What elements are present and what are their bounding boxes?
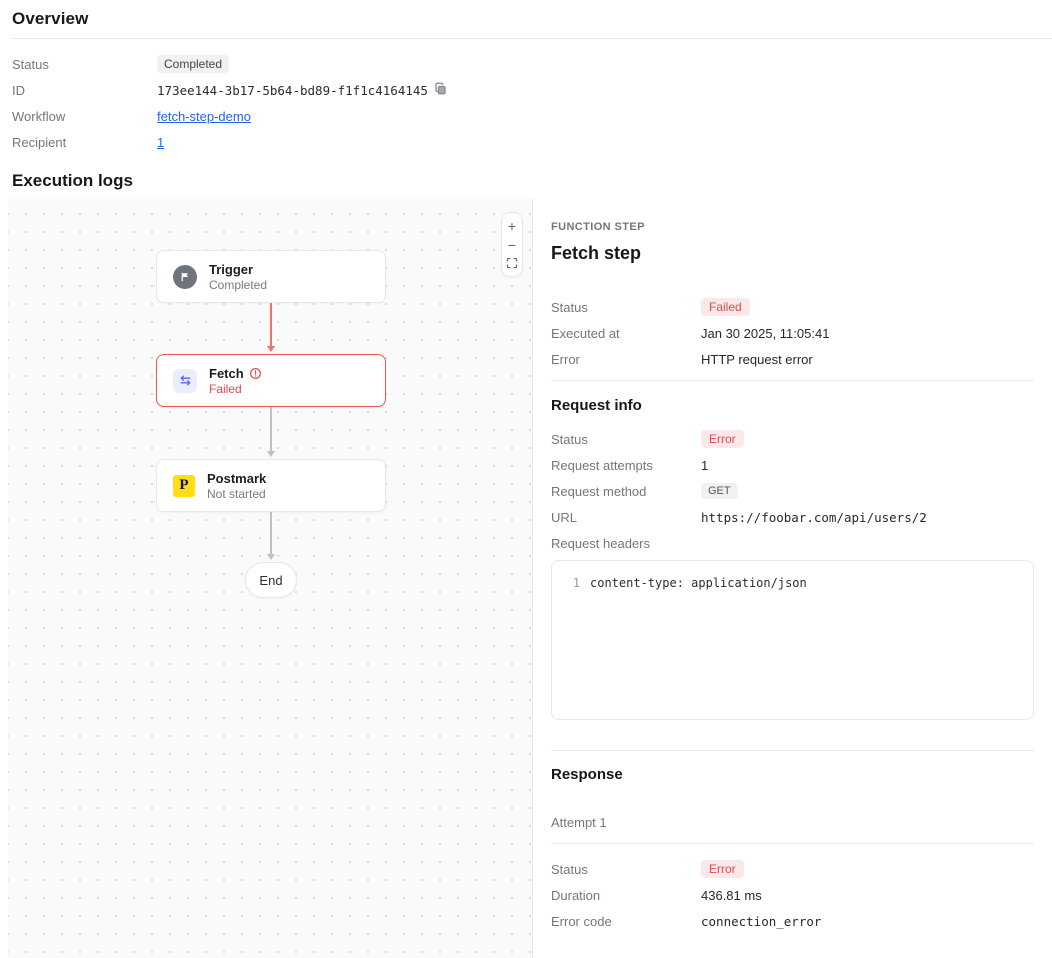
- overview-section: Overview Status Completed ID 173ee144-3b…: [0, 0, 1052, 155]
- node-end: End: [245, 562, 297, 598]
- zoom-in-button[interactable]: +: [502, 216, 522, 235]
- node-trigger-status: Completed: [209, 278, 267, 292]
- fit-view-icon: [506, 257, 518, 271]
- workflow-label: Workflow: [12, 109, 157, 124]
- divider: [551, 750, 1034, 751]
- divider: [551, 380, 1034, 381]
- executed-at-value: Jan 30 2025, 11:05:41: [701, 326, 829, 341]
- request-status-badge: Error: [701, 430, 744, 448]
- fit-view-button[interactable]: [502, 254, 522, 273]
- executed-at-label: Executed at: [551, 326, 701, 341]
- response-duration-value: 436.81 ms: [701, 888, 762, 903]
- node-fetch[interactable]: Fetch Failed: [156, 354, 386, 407]
- response-duration-row: Duration 436.81 ms: [551, 882, 1034, 908]
- step-error-label: Error: [551, 352, 701, 367]
- request-attempts-label: Request attempts: [551, 458, 701, 473]
- id-label: ID: [12, 83, 157, 98]
- response-error-code-label: Error code: [551, 914, 701, 929]
- request-attempts-row: Request attempts 1: [551, 452, 1034, 478]
- step-status-badge: Failed: [701, 298, 750, 316]
- recipient-link[interactable]: 1: [157, 135, 164, 150]
- canvas-zoom-controls: + −: [501, 212, 523, 277]
- response-duration-label: Duration: [551, 888, 701, 903]
- node-fetch-status: Failed: [209, 382, 262, 396]
- workflow-link[interactable]: fetch-step-demo: [157, 109, 251, 124]
- request-headers-label: Request headers: [551, 536, 701, 551]
- step-error-row: Error HTTP request error: [551, 346, 1034, 372]
- step-summary-rows: Status Failed Executed at Jan 30 2025, 1…: [551, 294, 1034, 372]
- step-title: Fetch step: [551, 243, 1034, 264]
- status-badge: Completed: [157, 55, 229, 73]
- request-method-label: Request method: [551, 484, 701, 499]
- copy-icon: [434, 82, 447, 98]
- request-headers-row: Request headers: [551, 530, 1034, 556]
- request-status-row: Status Error: [551, 426, 1034, 452]
- overview-row-id: ID 173ee144-3b17-5b64-bd89-f1f1c4164145: [12, 77, 1040, 103]
- response-status-badge: Error: [701, 860, 744, 878]
- step-status-row: Status Failed: [551, 294, 1034, 320]
- code-line-number: 1: [552, 575, 590, 592]
- response-status-label: Status: [551, 862, 701, 877]
- request-info-title: Request info: [551, 397, 1034, 414]
- error-warning-icon: [249, 367, 262, 380]
- step-type-label: FUNCTION STEP: [551, 221, 1034, 233]
- recipient-label: Recipient: [12, 135, 157, 150]
- zoom-out-button[interactable]: −: [502, 235, 522, 254]
- request-method-badge: GET: [701, 483, 738, 499]
- flag-icon: [173, 265, 197, 289]
- status-label: Status: [12, 57, 157, 72]
- request-url-label: URL: [551, 510, 701, 525]
- copy-id-button[interactable]: [434, 82, 447, 98]
- request-status-label: Status: [551, 432, 701, 447]
- edge-fetch-postmark: [270, 407, 272, 452]
- request-headers-code-block: 1 content-type: application/json: [551, 560, 1034, 720]
- node-postmark[interactable]: P Postmark Not started: [156, 459, 386, 512]
- response-error-code-row: Error code connection_error: [551, 908, 1034, 934]
- overview-row-recipient: Recipient 1: [12, 129, 1040, 155]
- node-fetch-title: Fetch: [209, 366, 244, 381]
- response-error-code-value: connection_error: [701, 914, 821, 929]
- edge-trigger-fetch: [270, 303, 272, 347]
- overview-title: Overview: [0, 0, 1052, 38]
- node-postmark-title: Postmark: [207, 471, 266, 486]
- step-detail-panel: FUNCTION STEP Fetch step Status Failed E…: [533, 199, 1052, 958]
- step-status-label: Status: [551, 300, 701, 315]
- overview-rows: Status Completed ID 173ee144-3b17-5b64-b…: [0, 39, 1052, 155]
- request-url-value: https://foobar.com/api/users/2: [701, 510, 927, 525]
- response-status-row: Status Error: [551, 856, 1034, 882]
- response-rows: Status Error Duration 436.81 ms Error co…: [551, 856, 1034, 934]
- code-line: 1 content-type: application/json: [552, 575, 1033, 592]
- code-line-text: content-type: application/json: [590, 575, 807, 592]
- swap-arrows-icon: [173, 369, 197, 393]
- response-title: Response: [551, 766, 1034, 783]
- request-attempts-value: 1: [701, 458, 708, 473]
- node-postmark-status: Not started: [207, 487, 266, 501]
- postmark-icon: P: [173, 475, 195, 497]
- request-info-rows: Status Error Request attempts 1 Request …: [551, 426, 1034, 556]
- attempt-label: Attempt 1: [551, 815, 1034, 843]
- transaction-id-value: 173ee144-3b17-5b64-bd89-f1f1c4164145: [157, 83, 428, 98]
- executed-at-row: Executed at Jan 30 2025, 11:05:41: [551, 320, 1034, 346]
- workflow-canvas[interactable]: + − Trigger Completed: [8, 199, 533, 958]
- edge-postmark-end: [270, 512, 272, 555]
- execution-logs-title: Execution logs: [0, 155, 1052, 199]
- overview-row-status: Status Completed: [12, 51, 1040, 77]
- divider: [551, 843, 1034, 844]
- node-trigger[interactable]: Trigger Completed: [156, 250, 386, 303]
- request-url-row: URL https://foobar.com/api/users/2: [551, 504, 1034, 530]
- node-trigger-title: Trigger: [209, 262, 267, 277]
- step-error-value: HTTP request error: [701, 352, 813, 367]
- request-method-row: Request method GET: [551, 478, 1034, 504]
- overview-row-workflow: Workflow fetch-step-demo: [12, 103, 1040, 129]
- execution-logs-panel: + − Trigger Completed: [0, 199, 1052, 958]
